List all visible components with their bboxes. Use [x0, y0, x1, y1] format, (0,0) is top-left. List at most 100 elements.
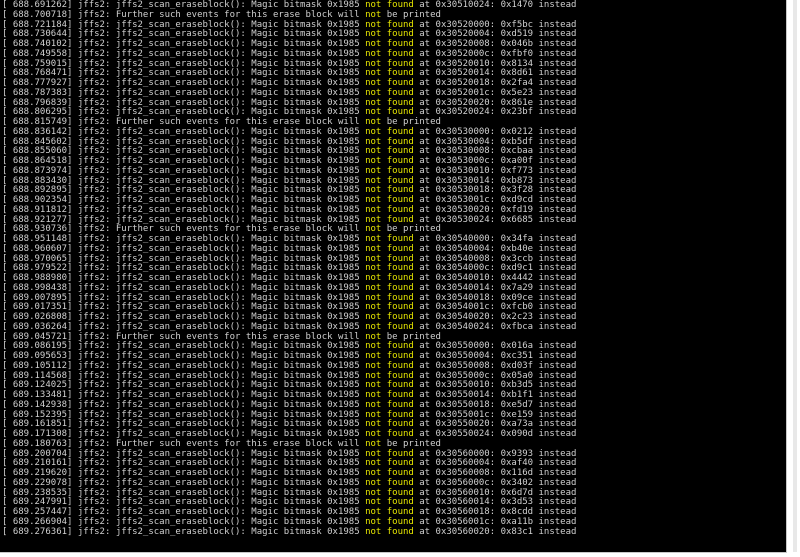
- log-address: 0x30540008: [435, 253, 490, 264]
- log-timestamp: 688.902354: [12, 195, 68, 205]
- log-address: 0x30520018: [435, 78, 490, 88]
- log-timestamp: 688.951148: [12, 234, 68, 244]
- log-timestamp: 689.238535: [12, 487, 68, 498]
- log-address: 0x30550024: [435, 429, 490, 439]
- log-timestamp: 688.749558: [12, 48, 68, 59]
- log-timestamp: 689.045721: [12, 331, 68, 342]
- log-value: 0x9393: [500, 448, 534, 459]
- log-address: 0x30560010: [435, 487, 490, 498]
- log-address: 0x3056000c: [435, 477, 490, 488]
- log-address: 0x30510024: [435, 0, 490, 10]
- log-value: 0xa11b: [500, 516, 534, 527]
- log-value: 0xd9cd: [500, 195, 534, 205]
- log-value: 0xf773: [500, 165, 534, 176]
- log-value: 0xb873: [500, 175, 534, 186]
- log-value: 0xfbf0: [500, 48, 534, 59]
- scrollbar-thumb[interactable]: [793, 0, 797, 552]
- log-timestamp: 689.219620: [12, 468, 68, 478]
- log-timestamp: 689.036264: [12, 321, 68, 332]
- log-timestamp: 689.105112: [12, 360, 68, 371]
- log-timestamp: 688.721184: [12, 19, 68, 30]
- log-value: 0x2fa4: [500, 78, 534, 88]
- log-value: 0x3d53: [500, 497, 534, 508]
- log-timestamp: 689.124025: [12, 380, 68, 391]
- log-value: 0x016a: [500, 341, 534, 352]
- log-timestamp: 688.700718: [12, 9, 68, 20]
- log-address: 0x30550008: [435, 360, 490, 371]
- log-timestamp: 688.921277: [12, 214, 68, 225]
- log-value: 0x8134: [500, 58, 534, 69]
- log-address: 0x30520010: [435, 58, 490, 69]
- log-address: 0x30540004: [435, 243, 490, 254]
- log-timestamp: 688.836142: [12, 126, 68, 137]
- log-value: 0xc351: [500, 351, 534, 361]
- log-timestamp: 688.806295: [12, 107, 68, 118]
- log-address: 0x30520020: [435, 97, 490, 108]
- log-timestamp: 689.229078: [12, 477, 68, 488]
- log-value: 0x861e: [500, 97, 534, 108]
- log-value: 0xcbaa: [500, 146, 534, 157]
- log-address: 0x30540020: [435, 312, 490, 322]
- log-value: 0x83c1: [500, 526, 534, 537]
- log-timestamp: 689.200704: [12, 448, 68, 459]
- log-address: 0x30560018: [435, 507, 490, 517]
- log-value: 0x3ccb: [500, 253, 534, 264]
- log-address: 0x30520008: [435, 39, 490, 49]
- log-timestamp: 689.247991: [12, 497, 68, 508]
- log-address: 0x30530010: [435, 165, 490, 176]
- log-address: 0x3052001c: [435, 87, 490, 98]
- log-timestamp: 688.988980: [12, 273, 68, 283]
- log-value: 0xa73a: [500, 419, 534, 430]
- log-timestamp: 688.998438: [12, 282, 68, 293]
- log-address: 0x30550000: [435, 341, 490, 352]
- log-address: 0x30560020: [435, 526, 490, 537]
- log-address: 0x30530024: [435, 214, 490, 225]
- log-timestamp: 689.026808: [12, 312, 68, 322]
- log-value: 0x7a29: [500, 282, 534, 293]
- log-address: 0x30550014: [435, 390, 490, 400]
- log-timestamp: 688.845602: [12, 136, 68, 147]
- log-address: 0x30540018: [435, 292, 490, 303]
- log-value: 0x8cdd: [500, 507, 534, 517]
- log-value: 0x23bf: [500, 107, 534, 118]
- log-value: 0xa00f: [500, 156, 534, 166]
- log-timestamp: 689.095653: [12, 351, 68, 361]
- log-value: 0xe159: [500, 409, 534, 420]
- log-address: 0x30560004: [435, 458, 490, 469]
- log-line: [ 689.276361] jffs2: jffs2_scan_eraseblo…: [2, 526, 577, 537]
- terminal-window[interactable]: [ 688.691262] jffs2: jffs2_scan_eraseblo…: [0, 0, 787, 553]
- log-timestamp: 689.133481: [12, 390, 68, 400]
- log-address: 0x30540010: [435, 273, 490, 283]
- log-value: 0x090d: [500, 429, 534, 439]
- log-timestamp: 688.768471: [12, 68, 68, 79]
- log-value: 0x2c23: [500, 312, 534, 322]
- log-address: 0x30530020: [435, 204, 490, 215]
- log-timestamp: 688.930736: [12, 224, 68, 235]
- log-timestamp: 689.114568: [12, 370, 68, 381]
- log-timestamp: 689.180763: [12, 438, 68, 449]
- log-timestamp: 688.730644: [12, 29, 68, 40]
- log-timestamp: 688.855060: [12, 146, 68, 157]
- scrollbar[interactable]: [787, 0, 800, 557]
- log-address: 0x30530014: [435, 175, 490, 186]
- log-address: 0x30550004: [435, 351, 490, 361]
- log-timestamp: 689.142938: [12, 399, 68, 410]
- log-value: 0x5e23: [500, 87, 534, 98]
- log-value: 0xfd19: [500, 204, 534, 215]
- log-address: 0x30560008: [435, 468, 490, 478]
- log-value: 0x4442: [500, 273, 534, 283]
- log-address: 0x30540000: [435, 234, 490, 244]
- log-timestamp: 689.171308: [12, 429, 68, 439]
- log-value: 0xb3d5: [500, 380, 534, 391]
- log-value: 0x6685: [500, 214, 534, 225]
- log-address: 0x30540024: [435, 321, 490, 332]
- log-value: 0xfcb0: [500, 302, 534, 313]
- log-timestamp: 688.883430: [12, 175, 68, 186]
- log-address: 0x3053001c: [435, 195, 490, 205]
- log-timestamp: 688.960607: [12, 243, 68, 254]
- kernel-log: [ 688.691262] jffs2: jffs2_scan_eraseblo…: [2, 0, 786, 537]
- log-timestamp: 688.970065: [12, 253, 68, 264]
- log-address: 0x30560000: [435, 448, 490, 459]
- log-value: 0xd519: [500, 29, 534, 40]
- log-timestamp: 688.892895: [12, 185, 68, 196]
